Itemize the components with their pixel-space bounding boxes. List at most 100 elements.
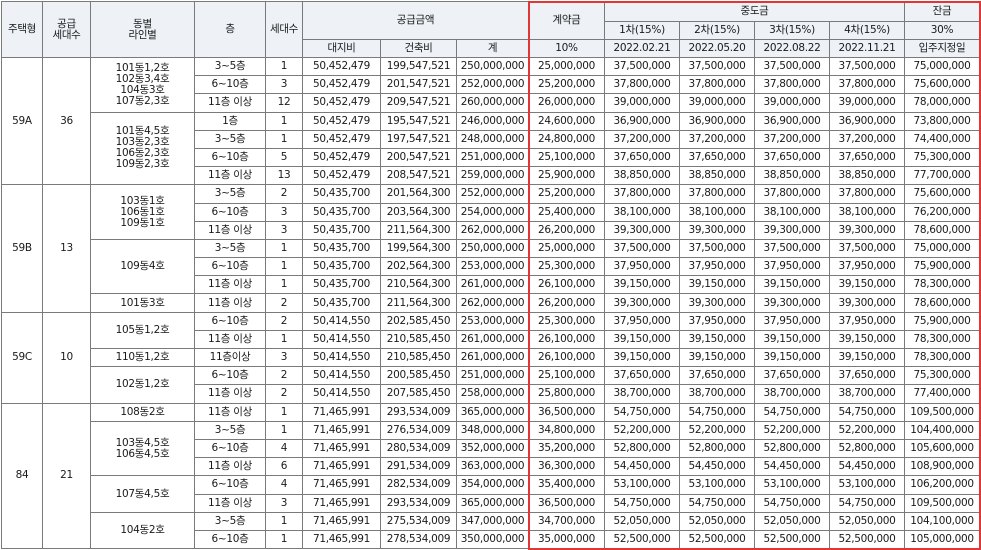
floor-cell: 6~10층 — [195, 476, 266, 494]
units-cell: 3 — [266, 203, 303, 221]
floor-cell: 6~10층 — [195, 76, 266, 94]
deposit-cell: 26,000,000 — [529, 94, 605, 112]
m2-cell: 37,500,000 — [680, 58, 755, 76]
m1-cell: 37,800,000 — [605, 185, 680, 203]
land-cost-cell: 50,435,700 — [303, 203, 381, 221]
units-cell: 4 — [266, 439, 303, 457]
m1-cell: 37,500,000 — [605, 58, 680, 76]
table-row: 107동4,5호6~10층471,465,991282,534,009354,0… — [2, 476, 980, 494]
m2-cell: 52,800,000 — [680, 439, 755, 457]
header-m4-date: 2022.11.21 — [830, 40, 905, 58]
m4-cell: 37,500,000 — [830, 58, 905, 76]
total-cell: 251,000,000 — [457, 367, 529, 385]
deposit-cell: 35,400,000 — [529, 476, 605, 494]
m2-cell: 36,900,000 — [680, 112, 755, 130]
m2-cell: 39,150,000 — [680, 330, 755, 348]
type-cell: 59A — [2, 58, 43, 185]
total-cell: 252,000,000 — [457, 76, 529, 94]
total-cell: 262,000,000 — [457, 294, 529, 312]
deposit-cell: 25,100,000 — [529, 148, 605, 166]
header-middle-payment: 중도금 — [605, 2, 905, 22]
units-cell: 2 — [266, 385, 303, 403]
land-cost-cell: 71,465,991 — [303, 421, 381, 439]
land-cost-cell: 50,435,700 — [303, 294, 381, 312]
floor-cell: 11층 이상 — [195, 403, 266, 421]
building-line-label: 110동1,2호 — [91, 352, 194, 363]
building-line-label: 106동4,5호 — [91, 449, 194, 460]
m4-cell: 39,300,000 — [830, 294, 905, 312]
m3-cell: 36,900,000 — [755, 112, 830, 130]
land-cost-cell: 50,435,700 — [303, 185, 381, 203]
table-row: 8421108동2호11층 이상171,465,991293,534,00936… — [2, 403, 980, 421]
m4-cell: 39,000,000 — [830, 94, 905, 112]
total-cell: 246,000,000 — [457, 112, 529, 130]
building-line-cell: 101동4,5호103동2,3호106동2,3호109동2,3호 — [91, 112, 195, 185]
table-row: 101동3호11층 이상250,435,700211,564,300262,00… — [2, 294, 980, 312]
balance-cell: 105,000,000 — [905, 530, 980, 548]
m4-cell: 37,950,000 — [830, 312, 905, 330]
m1-cell: 39,300,000 — [605, 294, 680, 312]
m3-cell: 37,800,000 — [755, 185, 830, 203]
total-cell: 259,000,000 — [457, 167, 529, 185]
building-cost-cell: 275,534,009 — [381, 512, 457, 530]
deposit-cell: 26,100,000 — [529, 276, 605, 294]
supply-price-table: 주택형 공급세대수 동별라인별 층 세대수 공급금액 계약금 중도금 잔금 1차… — [1, 1, 980, 549]
m4-cell: 37,800,000 — [830, 76, 905, 94]
m2-cell: 37,950,000 — [680, 258, 755, 276]
header-m2-date: 2022.05.20 — [680, 40, 755, 58]
header-building-line: 동별라인별 — [91, 2, 195, 58]
header-deposit-pct: 10% — [529, 40, 605, 58]
land-cost-cell: 50,452,479 — [303, 148, 381, 166]
m3-cell: 39,150,000 — [755, 330, 830, 348]
m1-cell: 39,150,000 — [605, 349, 680, 367]
building-cost-cell: 280,534,009 — [381, 439, 457, 457]
building-cost-cell: 291,534,009 — [381, 458, 457, 476]
floor-cell: 3~5층 — [195, 512, 266, 530]
m3-cell: 39,300,000 — [755, 294, 830, 312]
m2-cell: 53,100,000 — [680, 476, 755, 494]
m1-cell: 39,000,000 — [605, 94, 680, 112]
m2-cell: 37,650,000 — [680, 148, 755, 166]
m2-cell: 38,850,000 — [680, 167, 755, 185]
m4-cell: 37,200,000 — [830, 130, 905, 148]
building-line-cell: 109동4호 — [91, 239, 195, 294]
balance-cell: 105,600,000 — [905, 439, 980, 457]
m4-cell: 37,800,000 — [830, 185, 905, 203]
deposit-cell: 24,600,000 — [529, 112, 605, 130]
m4-cell: 37,650,000 — [830, 367, 905, 385]
m1-cell: 52,800,000 — [605, 439, 680, 457]
units-cell: 1 — [266, 403, 303, 421]
building-line-label: 103동4,5호 — [91, 438, 194, 449]
total-cell: 261,000,000 — [457, 330, 529, 348]
m3-cell: 39,150,000 — [755, 349, 830, 367]
building-cost-cell: 200,547,521 — [381, 148, 457, 166]
m2-cell: 37,950,000 — [680, 312, 755, 330]
floor-cell: 11층 이상 — [195, 385, 266, 403]
floor-cell: 11층 이상 — [195, 494, 266, 512]
header-m1-date: 2022.02.21 — [605, 40, 680, 58]
building-line-cell: 105동1,2호 — [91, 312, 195, 348]
balance-cell: 104,100,000 — [905, 512, 980, 530]
building-line-label: 103동1호 — [91, 196, 194, 207]
building-cost-cell: 199,547,521 — [381, 58, 457, 76]
m1-cell: 38,850,000 — [605, 167, 680, 185]
m3-cell: 52,050,000 — [755, 512, 830, 530]
units-cell: 13 — [266, 167, 303, 185]
total-cell: 253,000,000 — [457, 312, 529, 330]
table-row: 109동4호3~5층150,435,700199,564,300250,000,… — [2, 239, 980, 257]
m1-cell: 52,200,000 — [605, 421, 680, 439]
m3-cell: 52,500,000 — [755, 530, 830, 548]
header-type: 주택형 — [2, 2, 43, 58]
building-cost-cell: 201,547,521 — [381, 76, 457, 94]
total-cell: 253,000,000 — [457, 258, 529, 276]
balance-cell: 109,500,000 — [905, 494, 980, 512]
m2-cell: 52,500,000 — [680, 530, 755, 548]
balance-cell: 75,000,000 — [905, 239, 980, 257]
m1-cell: 38,700,000 — [605, 385, 680, 403]
balance-cell: 75,900,000 — [905, 312, 980, 330]
deposit-cell: 25,900,000 — [529, 167, 605, 185]
header-total: 계 — [457, 40, 529, 58]
building-line-cell: 103동4,5호106동4,5호 — [91, 421, 195, 476]
floor-cell: 3~5층 — [195, 239, 266, 257]
deposit-cell: 36,500,000 — [529, 403, 605, 421]
